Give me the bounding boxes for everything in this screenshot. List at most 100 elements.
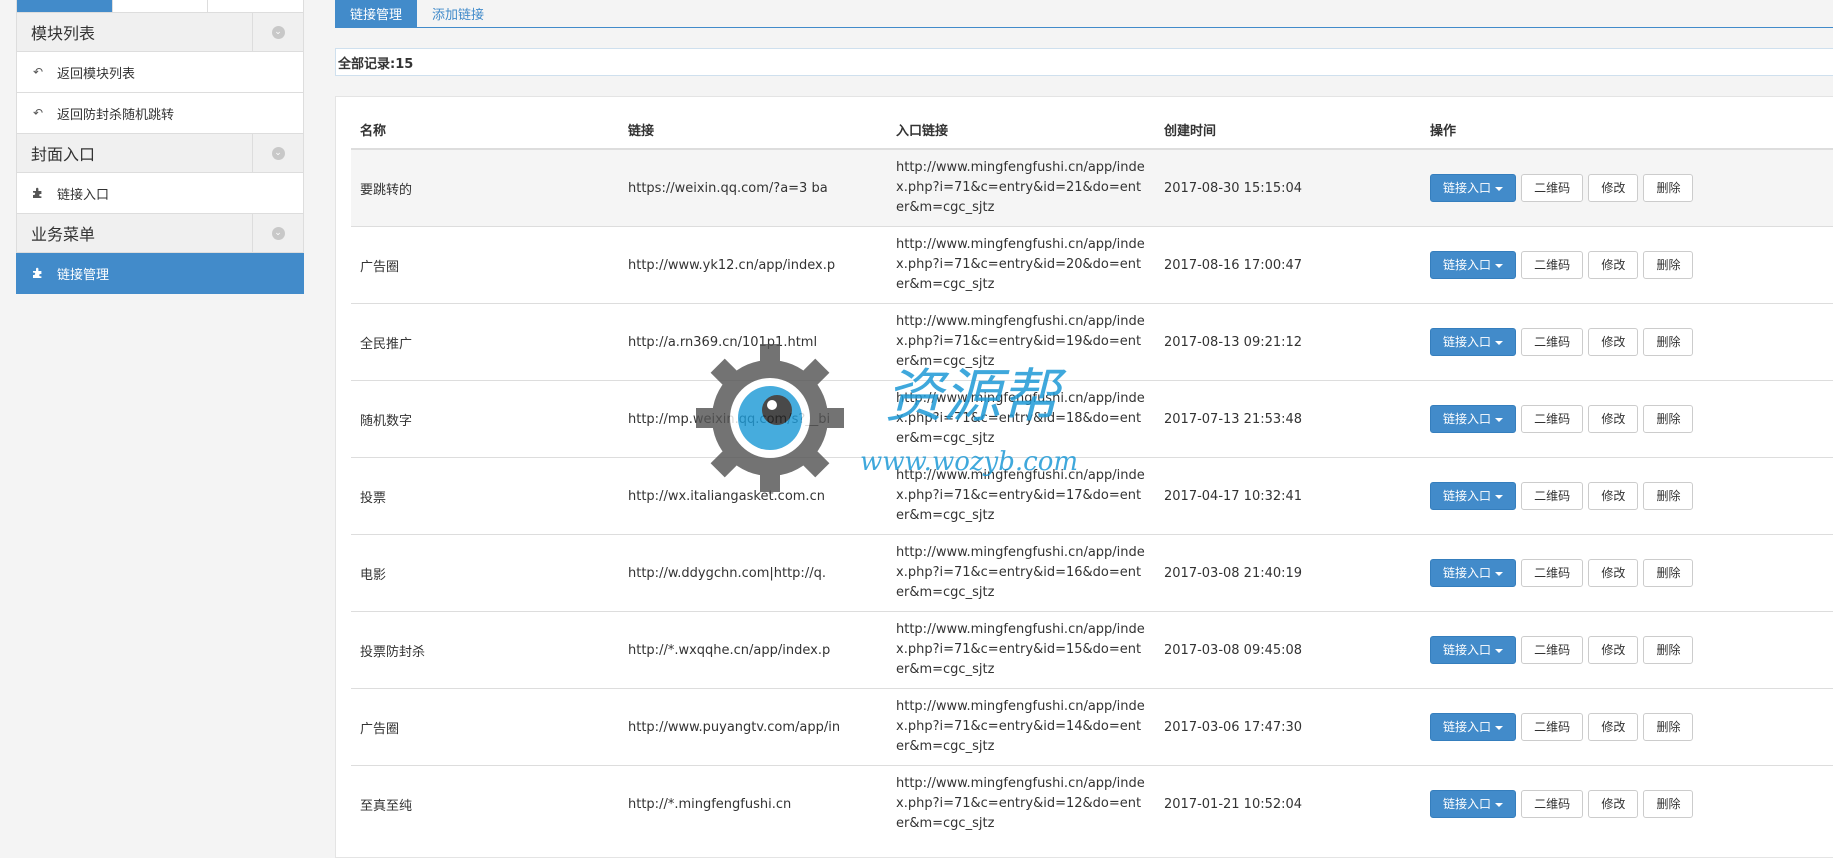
table-header-row: 名称 链接 入口链接 创建时间 操作 [351, 111, 1833, 150]
sidebar-section-business[interactable]: 业务菜单 ⌄ [16, 214, 304, 253]
entry-dropdown-button[interactable]: 链接入口 [1430, 790, 1517, 818]
cell-entry: http://www.mingfengfushi.cn/app/index.ph… [887, 457, 1155, 535]
sidebar-item-label: 链接管理 [57, 267, 110, 283]
delete-button[interactable]: 删除 [1643, 328, 1694, 356]
edit-button[interactable]: 修改 [1588, 251, 1639, 279]
delete-button[interactable]: 删除 [1643, 405, 1694, 433]
button-label: 链接入口 [1443, 797, 1492, 811]
qrcode-button[interactable]: 二维码 [1521, 174, 1584, 202]
cell-actions: 链接入口 二维码 修改 删除 [1421, 380, 1833, 458]
entry-dropdown-button[interactable]: 链接入口 [1430, 405, 1517, 433]
col-entry: 入口链接 [887, 111, 1155, 150]
entry-url: http://www.mingfengfushi.cn/app/index.ph… [896, 391, 1145, 446]
caret-down-icon [1495, 802, 1504, 807]
qrcode-button[interactable]: 二维码 [1521, 251, 1584, 279]
button-label: 链接入口 [1443, 412, 1492, 426]
entry-url: http://www.mingfengfushi.cn/app/index.ph… [896, 545, 1145, 600]
qrcode-button[interactable]: 二维码 [1521, 790, 1584, 818]
edit-button[interactable]: 修改 [1588, 559, 1639, 587]
qrcode-button[interactable]: 二维码 [1521, 482, 1584, 510]
edit-button[interactable]: 修改 [1588, 482, 1639, 510]
delete-button[interactable]: 删除 [1643, 174, 1694, 202]
sidebar-section-modules[interactable]: 模块列表 ⌄ [16, 13, 304, 52]
section-title: 封面入口 [31, 145, 96, 164]
delete-button[interactable]: 删除 [1643, 636, 1694, 664]
sidebar-tab-3[interactable] [208, 0, 303, 12]
cell-link: http://www.puyangtv.com/app/in [619, 688, 887, 766]
sidebar-item-link-manage[interactable]: 链接管理 [16, 253, 304, 294]
caret-down-icon [1495, 340, 1504, 345]
cell-link: http://*.mingfengfushi.cn [619, 765, 887, 842]
entry-dropdown-button[interactable]: 链接入口 [1430, 559, 1517, 587]
reply-icon: ↶ [32, 65, 44, 79]
edit-button[interactable]: 修改 [1588, 636, 1639, 664]
entry-url: http://www.mingfengfushi.cn/app/index.ph… [896, 699, 1145, 754]
entry-dropdown-button[interactable]: 链接入口 [1430, 174, 1517, 202]
cell-time: 2017-03-08 09:45:08 [1155, 611, 1421, 689]
tab-link-manage[interactable]: 链接管理 [335, 0, 418, 27]
cell-name: 电影 [351, 534, 619, 612]
col-time: 创建时间 [1155, 111, 1421, 150]
entry-dropdown-button[interactable]: 链接入口 [1430, 251, 1517, 279]
edit-button[interactable]: 修改 [1588, 790, 1639, 818]
cell-name: 广告圈 [351, 688, 619, 766]
cell-actions: 链接入口 二维码 修改 删除 [1421, 457, 1833, 535]
delete-button[interactable]: 删除 [1643, 790, 1694, 818]
sidebar-section-cover[interactable]: 封面入口 ⌄ [16, 134, 304, 173]
caret-down-icon [1495, 186, 1504, 191]
cell-name: 投票防封杀 [351, 611, 619, 689]
entry-dropdown-button[interactable]: 链接入口 [1430, 636, 1517, 664]
sidebar-item-back-redirect[interactable]: ↶ 返回防封杀随机跳转 [16, 93, 304, 134]
table-row: 全民推广 http://a.rn369.cn/101p1.html http://w… [351, 303, 1833, 381]
cell-entry: http://www.mingfengfushi.cn/app/index.ph… [887, 765, 1155, 842]
entry-dropdown-button[interactable]: 链接入口 [1430, 713, 1517, 741]
cell-actions: 链接入口 二维码 修改 删除 [1421, 226, 1833, 304]
cell-entry: http://www.mingfengfushi.cn/app/index.ph… [887, 380, 1155, 458]
caret-down-icon [1495, 571, 1504, 576]
col-actions: 操作 [1421, 111, 1833, 150]
cell-link: https://weixin.qq.com/?a=3 ba [619, 148, 887, 227]
cell-link: http://mp.weixin.qq.com/s?__bi [619, 380, 887, 458]
edit-button[interactable]: 修改 [1588, 713, 1639, 741]
cell-actions: 链接入口 二维码 修改 删除 [1421, 148, 1833, 227]
chevron-down-icon: ⌄ [271, 226, 285, 240]
cell-time: 2017-08-30 15:15:04 [1155, 148, 1421, 227]
section-toggle[interactable]: ⌄ [252, 13, 303, 51]
sidebar-tab-1[interactable] [17, 0, 113, 12]
edit-button[interactable]: 修改 [1588, 328, 1639, 356]
cell-link: http://www.yk12.cn/app/index.p [619, 226, 887, 304]
entry-dropdown-button[interactable]: 链接入口 [1430, 328, 1517, 356]
cell-link: http://a.rn369.cn/101p1.html [619, 303, 887, 381]
tab-add-link[interactable]: 添加链接 [417, 0, 499, 27]
cell-name: 广告圈 [351, 226, 619, 304]
puzzle-icon [31, 266, 45, 280]
entry-dropdown-button[interactable]: 链接入口 [1430, 482, 1517, 510]
section-title: 业务菜单 [31, 225, 96, 244]
qrcode-button[interactable]: 二维码 [1521, 636, 1584, 664]
cell-entry: http://www.mingfengfushi.cn/app/index.ph… [887, 148, 1155, 227]
table-row: 投票防封杀 http://*.wxqqhe.cn/app/index.p http:… [351, 611, 1833, 689]
delete-button[interactable]: 删除 [1643, 482, 1694, 510]
cell-entry: http://www.mingfengfushi.cn/app/index.ph… [887, 688, 1155, 766]
caret-down-icon [1495, 263, 1504, 268]
sidebar-tab-2[interactable] [113, 0, 209, 12]
section-toggle[interactable]: ⌄ [252, 214, 303, 252]
table-row: 广告圈 http://www.puyangtv.com/app/in http://… [351, 688, 1833, 766]
delete-button[interactable]: 删除 [1643, 713, 1694, 741]
caret-down-icon [1495, 725, 1504, 730]
qrcode-button[interactable]: 二维码 [1521, 559, 1584, 587]
qrcode-button[interactable]: 二维码 [1521, 328, 1584, 356]
section-title: 模块列表 [31, 24, 96, 43]
qrcode-button[interactable]: 二维码 [1521, 713, 1584, 741]
entry-url: http://www.mingfengfushi.cn/app/index.ph… [896, 314, 1145, 369]
edit-button[interactable]: 修改 [1588, 405, 1639, 433]
section-toggle[interactable]: ⌄ [252, 134, 303, 172]
sidebar-item-back-modules[interactable]: ↶ 返回模块列表 [16, 52, 304, 93]
qrcode-button[interactable]: 二维码 [1521, 405, 1584, 433]
sidebar-tabs [16, 0, 304, 13]
delete-button[interactable]: 删除 [1643, 559, 1694, 587]
sidebar-item-label: 返回模块列表 [57, 66, 136, 82]
edit-button[interactable]: 修改 [1588, 174, 1639, 202]
sidebar-item-link-entry[interactable]: 链接入口 [16, 173, 304, 214]
delete-button[interactable]: 删除 [1643, 251, 1694, 279]
